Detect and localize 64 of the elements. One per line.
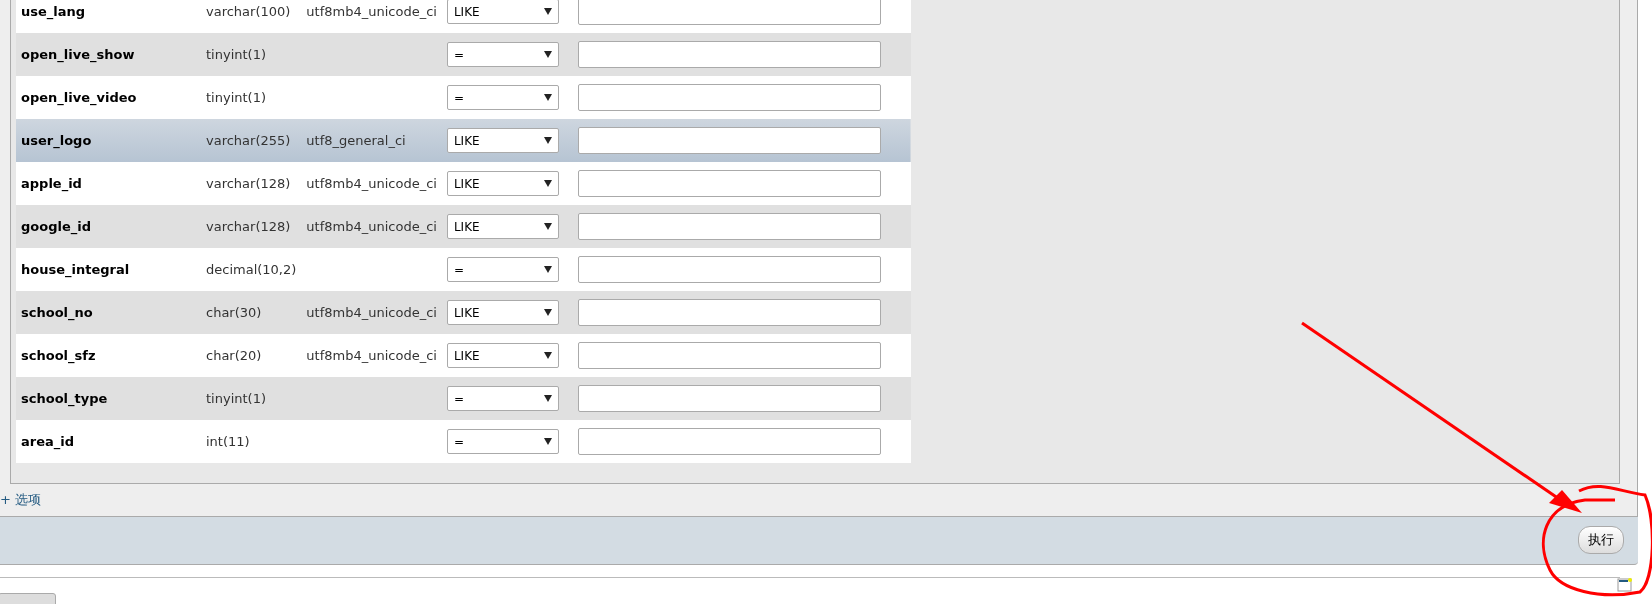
collation: utf8mb4_unicode_ci: [306, 175, 437, 191]
caret-icon: [543, 309, 552, 316]
caret-icon: [543, 266, 552, 273]
column-name: area_id: [21, 433, 75, 449]
column-name: open_live_video: [21, 89, 137, 105]
column-type: decimal(10,2): [206, 261, 297, 277]
operator-select[interactable]: LIKE: [446, 214, 559, 239]
options-toggle[interactable]: + 选项: [0, 492, 42, 507]
operator-select[interactable]: =: [446, 429, 559, 454]
operator-select[interactable]: LIKE: [446, 300, 559, 325]
value-field[interactable]: [578, 428, 882, 455]
column-type: int(11): [206, 433, 250, 449]
column-name: google_id: [21, 218, 91, 234]
operator-select[interactable]: LIKE: [446, 128, 559, 153]
execute-button[interactable]: 执行: [1578, 526, 1624, 554]
caret-icon: [543, 51, 552, 58]
operator-select[interactable]: =: [446, 42, 559, 67]
value-field[interactable]: [578, 385, 882, 412]
column-name: apple_id: [21, 175, 82, 191]
column-type: char(30): [206, 304, 262, 320]
column-type: tinyint(1): [206, 46, 266, 62]
operator-select[interactable]: =: [446, 85, 559, 110]
column-name: use_lang: [21, 3, 86, 19]
value-field[interactable]: [578, 41, 882, 68]
column-type: tinyint(1): [206, 390, 266, 406]
caret-icon: [543, 223, 552, 230]
caret-icon: [543, 352, 552, 359]
column-type: varchar(128): [206, 175, 291, 191]
column-name: user_logo: [21, 132, 92, 148]
column-type: char(20): [206, 347, 262, 363]
collation: utf8mb4_unicode_ci: [306, 304, 437, 320]
value-field[interactable]: [578, 342, 882, 369]
operator-select[interactable]: LIKE: [446, 0, 559, 24]
collation: utf8mb4_unicode_ci: [306, 347, 437, 363]
operator-select[interactable]: =: [446, 386, 559, 411]
collation: utf8_general_ci: [306, 132, 406, 148]
column-name: school_no: [21, 304, 93, 320]
operator-select[interactable]: =: [446, 257, 559, 282]
caret-icon: [543, 438, 552, 445]
value-field[interactable]: [578, 0, 882, 25]
column-type: tinyint(1): [206, 89, 266, 105]
operator-select[interactable]: LIKE: [446, 171, 559, 196]
value-field[interactable]: [578, 127, 882, 154]
column-name: house_integral: [21, 261, 130, 277]
caret-icon: [543, 8, 552, 15]
column-type: varchar(255): [206, 132, 291, 148]
caret-icon: [543, 395, 552, 402]
column-name: school_sfz: [21, 347, 96, 363]
caret-icon: [543, 180, 552, 187]
column-type: varchar(100): [206, 3, 291, 19]
value-field[interactable]: [578, 256, 882, 283]
operator-select[interactable]: LIKE: [446, 343, 559, 368]
value-field[interactable]: [578, 299, 882, 326]
column-name: school_type: [21, 390, 108, 406]
column-type: varchar(128): [206, 218, 291, 234]
value-field[interactable]: [578, 84, 882, 111]
column-name: open_live_show: [21, 46, 135, 62]
caret-icon: [543, 137, 552, 144]
caret-icon: [543, 94, 552, 101]
value-field[interactable]: [578, 170, 882, 197]
value-field[interactable]: [578, 213, 882, 240]
collation: utf8mb4_unicode_ci: [306, 3, 437, 19]
collation: utf8mb4_unicode_ci: [306, 218, 437, 234]
notification-icon[interactable]: [1617, 578, 1633, 592]
